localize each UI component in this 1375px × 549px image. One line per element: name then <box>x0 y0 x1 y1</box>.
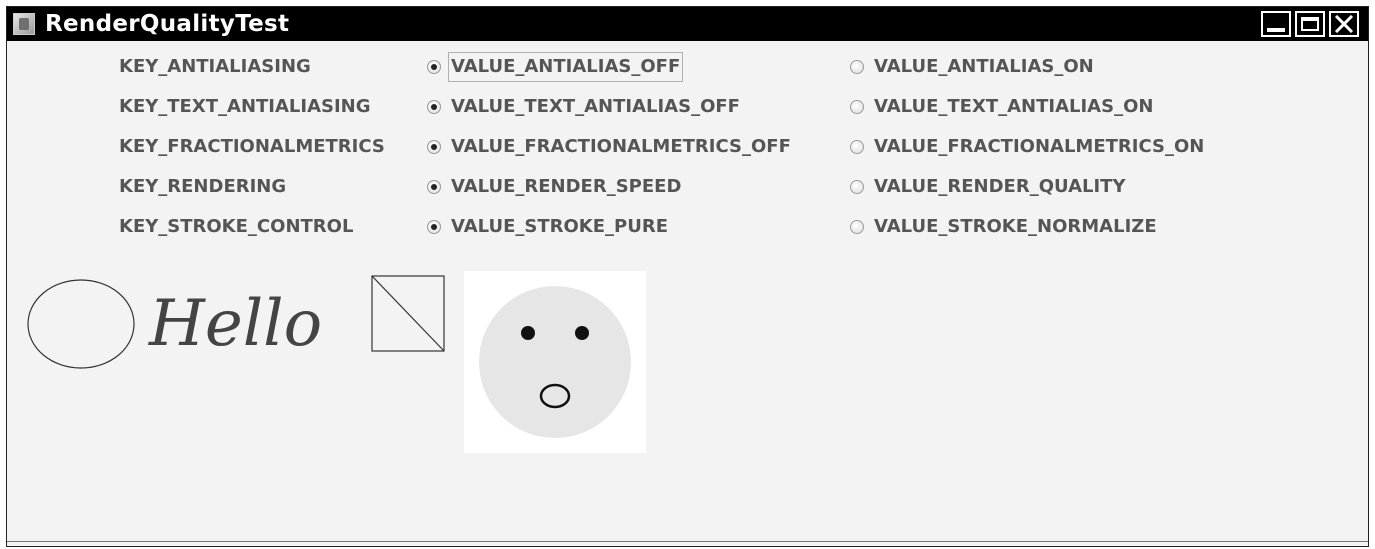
close-button[interactable] <box>1329 11 1359 37</box>
window-bottom-border <box>7 541 1368 542</box>
radio-label[interactable]: VALUE_TEXT_ANTIALIAS_ON <box>872 93 1155 121</box>
radio-unselected-icon[interactable] <box>850 100 864 114</box>
radio-label[interactable]: VALUE_TEXT_ANTIALIAS_OFF <box>449 93 742 121</box>
hint-key-label: KEY_FRACTIONALMETRICS <box>119 136 385 157</box>
title-bar[interactable]: RenderQualityTest <box>7 7 1368 41</box>
radio-label[interactable]: VALUE_STROKE_NORMALIZE <box>872 213 1159 241</box>
radio-selected-icon[interactable] <box>427 140 441 154</box>
radio-label[interactable]: VALUE_RENDER_QUALITY <box>872 173 1127 201</box>
radio-label[interactable]: VALUE_FRACTIONALMETRICS_ON <box>872 133 1206 161</box>
radio-unselected-icon[interactable] <box>850 60 864 74</box>
radio-selected-icon[interactable] <box>427 180 441 194</box>
radio-label[interactable]: VALUE_ANTIALIAS_OFF <box>447 52 684 82</box>
radio-label[interactable]: VALUE_RENDER_SPEED <box>449 173 683 201</box>
hint-key-label: KEY_RENDERING <box>119 176 287 197</box>
hint-key-label: KEY_ANTIALIASING <box>119 56 311 77</box>
radio-selected-icon[interactable] <box>427 220 441 234</box>
radio-unselected-icon[interactable] <box>850 220 864 234</box>
radio-selected-icon[interactable] <box>427 60 441 74</box>
maximize-button[interactable] <box>1295 11 1325 37</box>
hint-key-label: KEY_STROKE_CONTROL <box>119 216 354 237</box>
minimize-icon <box>1267 28 1285 32</box>
smiley-face-icon <box>464 271 646 453</box>
radio-unselected-icon[interactable] <box>850 140 864 154</box>
radio-label[interactable]: VALUE_STROKE_PURE <box>449 213 670 241</box>
window-title: RenderQualityTest <box>45 11 290 37</box>
radio-unselected-icon[interactable] <box>850 180 864 194</box>
app-window: RenderQualityTest KEY_ANTIALIASING VALUE… <box>6 6 1369 547</box>
close-icon <box>1334 15 1354 33</box>
minimize-button[interactable] <box>1261 11 1291 37</box>
radio-label[interactable]: VALUE_FRACTIONALMETRICS_OFF <box>449 133 793 161</box>
maximize-icon <box>1301 17 1319 31</box>
radio-selected-icon[interactable] <box>427 100 441 114</box>
ellipse-shape <box>27 279 135 369</box>
hint-key-label: KEY_TEXT_ANTIALIASING <box>119 96 371 117</box>
hello-text: Hello <box>149 287 323 361</box>
app-icon[interactable] <box>13 13 35 35</box>
render-canvas: Hello <box>7 269 667 469</box>
crossed-rectangle-shape <box>371 275 445 352</box>
radio-label[interactable]: VALUE_ANTIALIAS_ON <box>872 53 1096 81</box>
